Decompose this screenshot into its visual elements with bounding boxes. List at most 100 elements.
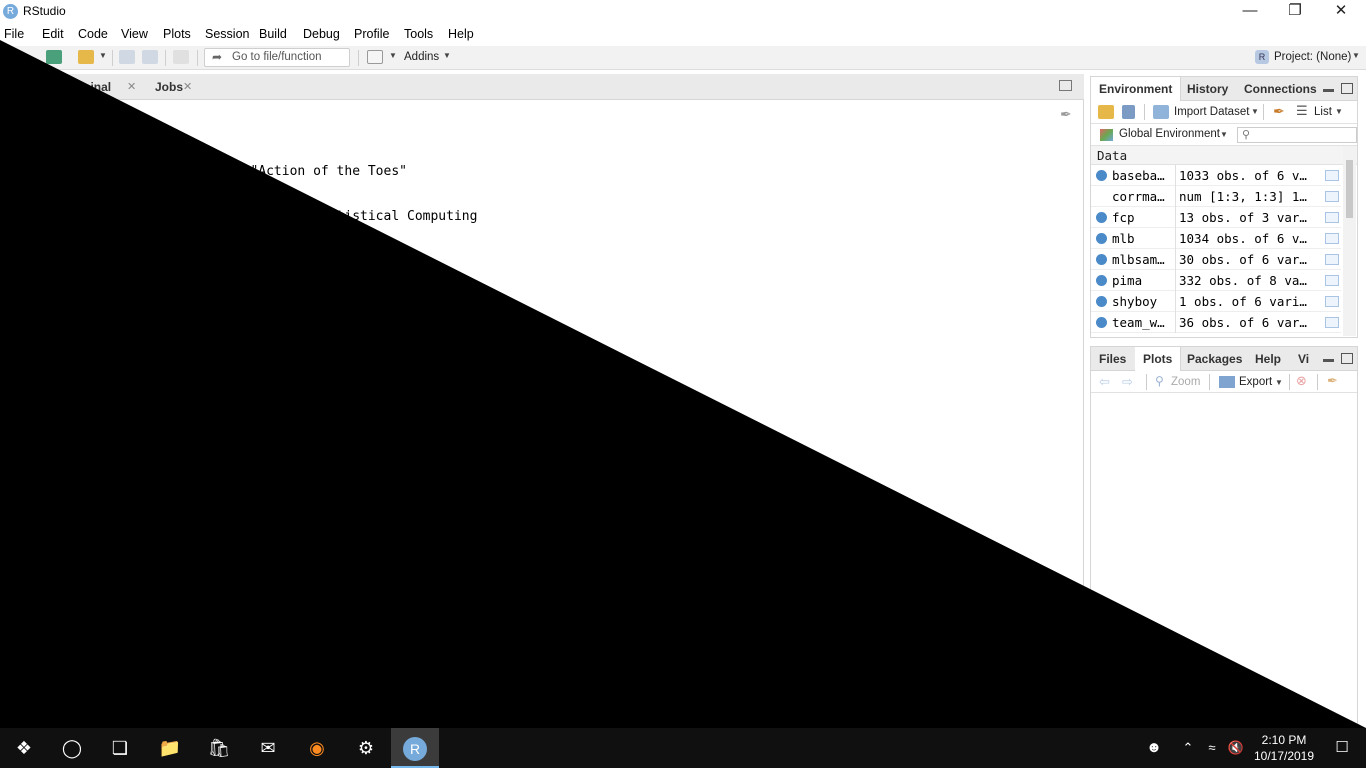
system-clock[interactable]: 2:10 PM 10/17/2019 — [1252, 732, 1316, 764]
close-icon[interactable]: ✕ — [127, 80, 136, 93]
view-table-icon[interactable] — [1325, 191, 1339, 202]
zoom-button[interactable]: Zoom — [1171, 376, 1200, 388]
close-icon[interactable]: ✕ — [1318, 0, 1364, 24]
menu-session[interactable]: Session — [205, 27, 249, 41]
menu-build[interactable]: Build — [259, 27, 287, 41]
menu-view[interactable]: View — [121, 27, 148, 41]
tab-viewer[interactable]: Vi — [1290, 352, 1317, 366]
expand-icon[interactable] — [1096, 275, 1107, 286]
environment-row[interactable]: baseba… 1033 obs. of 6 v… — [1091, 165, 1341, 186]
mail-icon[interactable]: ✉ — [244, 728, 292, 768]
environment-search-input[interactable]: ⚲ — [1237, 127, 1357, 143]
environment-row[interactable]: team_w… 36 obs. of 6 var… — [1091, 312, 1341, 333]
maximize-pane-icon[interactable] — [1059, 80, 1072, 91]
tab-files[interactable]: Files — [1091, 352, 1134, 366]
import-dataset-icon[interactable] — [1153, 105, 1169, 119]
remove-plot-icon[interactable]: ⊗ — [1296, 373, 1307, 389]
restore-icon[interactable]: ❐ — [1272, 0, 1318, 24]
menu-debug[interactable]: Debug — [303, 27, 340, 41]
environment-row[interactable]: mlb 1034 obs. of 6 v… — [1091, 228, 1341, 249]
environment-row[interactable]: corrma… num [1:3, 1:3] 1… — [1091, 186, 1341, 207]
clear-console-icon[interactable]: ✒ — [1060, 106, 1072, 123]
minimize-pane-icon[interactable] — [1323, 359, 1334, 362]
menu-edit[interactable]: Edit — [42, 27, 64, 41]
menu-plots[interactable]: Plots — [163, 27, 191, 41]
view-table-icon[interactable] — [1325, 212, 1339, 223]
expand-icon[interactable] — [1096, 212, 1107, 223]
menu-profile[interactable]: Profile — [354, 27, 389, 41]
project-menu[interactable]: Project: (None) — [1274, 51, 1351, 63]
expand-icon[interactable] — [1096, 296, 1107, 307]
save-workspace-icon[interactable] — [1122, 105, 1135, 119]
tab-terminal[interactable]: Terminal — [62, 80, 111, 94]
tab-plots[interactable]: Plots — [1135, 347, 1182, 371]
environment-scrollbar[interactable] — [1343, 146, 1356, 336]
menu-code[interactable]: Code — [78, 27, 108, 41]
addins-button[interactable]: Addins — [404, 51, 439, 63]
windows-start-icon[interactable]: ❖ — [0, 728, 48, 768]
store-icon[interactable]: 🛍 — [195, 728, 243, 768]
people-icon[interactable]: ☻ — [1130, 728, 1178, 768]
new-project-icon[interactable] — [46, 50, 62, 64]
chevron-up-icon[interactable]: ⌃ — [1176, 728, 1200, 768]
broom-icon[interactable]: ✒ — [1273, 103, 1285, 120]
import-dataset-button[interactable]: Import Dataset — [1174, 106, 1249, 118]
expand-icon[interactable] — [1096, 170, 1107, 181]
clear-plots-icon[interactable]: ✒ — [1327, 373, 1338, 389]
global-environment-dropdown[interactable]: Global Environment — [1119, 128, 1220, 140]
file-explorer-icon[interactable]: 📁 — [146, 728, 194, 768]
view-table-icon[interactable] — [1325, 254, 1339, 265]
notifications-icon[interactable]: ☐ — [1318, 728, 1366, 768]
environment-row[interactable]: shyboy 1 obs. of 6 vari… — [1091, 291, 1341, 312]
minimize-pane-icon[interactable] — [1323, 89, 1334, 92]
minimize-icon[interactable]: — — [1227, 0, 1273, 24]
menu-help[interactable]: Help — [448, 27, 474, 41]
tab-connections[interactable]: Connections — [1236, 82, 1325, 96]
back-arrow-icon[interactable]: ⇦ — [1099, 374, 1110, 390]
forward-arrow-icon[interactable]: ⇨ — [1122, 374, 1133, 390]
maximize-pane-icon[interactable] — [1341, 83, 1353, 94]
view-table-icon[interactable] — [1325, 296, 1339, 307]
tab-help[interactable]: Help — [1247, 352, 1289, 366]
cortana-icon[interactable]: ◯ — [48, 728, 96, 768]
menu-file[interactable]: File — [4, 27, 24, 41]
environment-row[interactable]: fcp 13 obs. of 3 var… — [1091, 207, 1341, 228]
menu-tools[interactable]: Tools — [404, 27, 433, 41]
view-mode-button[interactable]: List — [1314, 106, 1332, 118]
view-table-icon[interactable] — [1325, 170, 1339, 181]
goto-file-input[interactable]: ➦ Go to file/function — [204, 48, 350, 67]
task-view-icon[interactable]: ❏ — [96, 728, 144, 768]
volume-muted-icon[interactable]: 🔇 — [1224, 728, 1248, 768]
export-icon — [1219, 376, 1235, 388]
settings-icon[interactable]: ⚙ — [342, 728, 390, 768]
print-icon[interactable] — [173, 50, 189, 64]
close-icon[interactable]: ✕ — [183, 80, 192, 93]
export-button[interactable]: Export — [1239, 376, 1272, 388]
save-icon[interactable] — [119, 50, 135, 64]
tab-jobs[interactable]: Jobs — [155, 80, 183, 94]
rstudio-taskbar-icon[interactable]: R — [391, 728, 439, 768]
chevron-down-icon[interactable]: ▼ — [99, 51, 107, 60]
view-table-icon[interactable] — [1325, 233, 1339, 244]
goto-arrow-icon: ➦ — [212, 50, 223, 64]
workspace-panes-icon[interactable] — [367, 50, 383, 64]
tab-environment[interactable]: Environment — [1091, 77, 1182, 101]
tab-history[interactable]: History — [1179, 82, 1236, 96]
console-output[interactable]: R version 3.6.1 (2019-07-05) -- "Action … — [0, 134, 700, 479]
expand-icon[interactable] — [1096, 317, 1107, 328]
load-workspace-icon[interactable] — [1098, 105, 1114, 119]
save-all-icon[interactable] — [142, 50, 158, 64]
environment-row[interactable]: pima 332 obs. of 8 va… — [1091, 270, 1341, 291]
environment-row[interactable]: mlbsam… 30 obs. of 6 var… — [1091, 249, 1341, 270]
maximize-pane-icon[interactable] — [1341, 353, 1353, 364]
firefox-icon[interactable]: ◉ — [293, 728, 341, 768]
tab-packages[interactable]: Packages — [1179, 352, 1250, 366]
scrollbar-thumb[interactable] — [1346, 160, 1353, 218]
view-table-icon[interactable] — [1325, 275, 1339, 286]
wifi-icon[interactable]: ≈ — [1200, 728, 1224, 768]
expand-icon[interactable] — [1096, 254, 1107, 265]
chevron-down-icon[interactable]: ▼ — [389, 51, 397, 60]
expand-icon[interactable] — [1096, 233, 1107, 244]
open-folder-icon[interactable] — [78, 50, 94, 64]
view-table-icon[interactable] — [1325, 317, 1339, 328]
